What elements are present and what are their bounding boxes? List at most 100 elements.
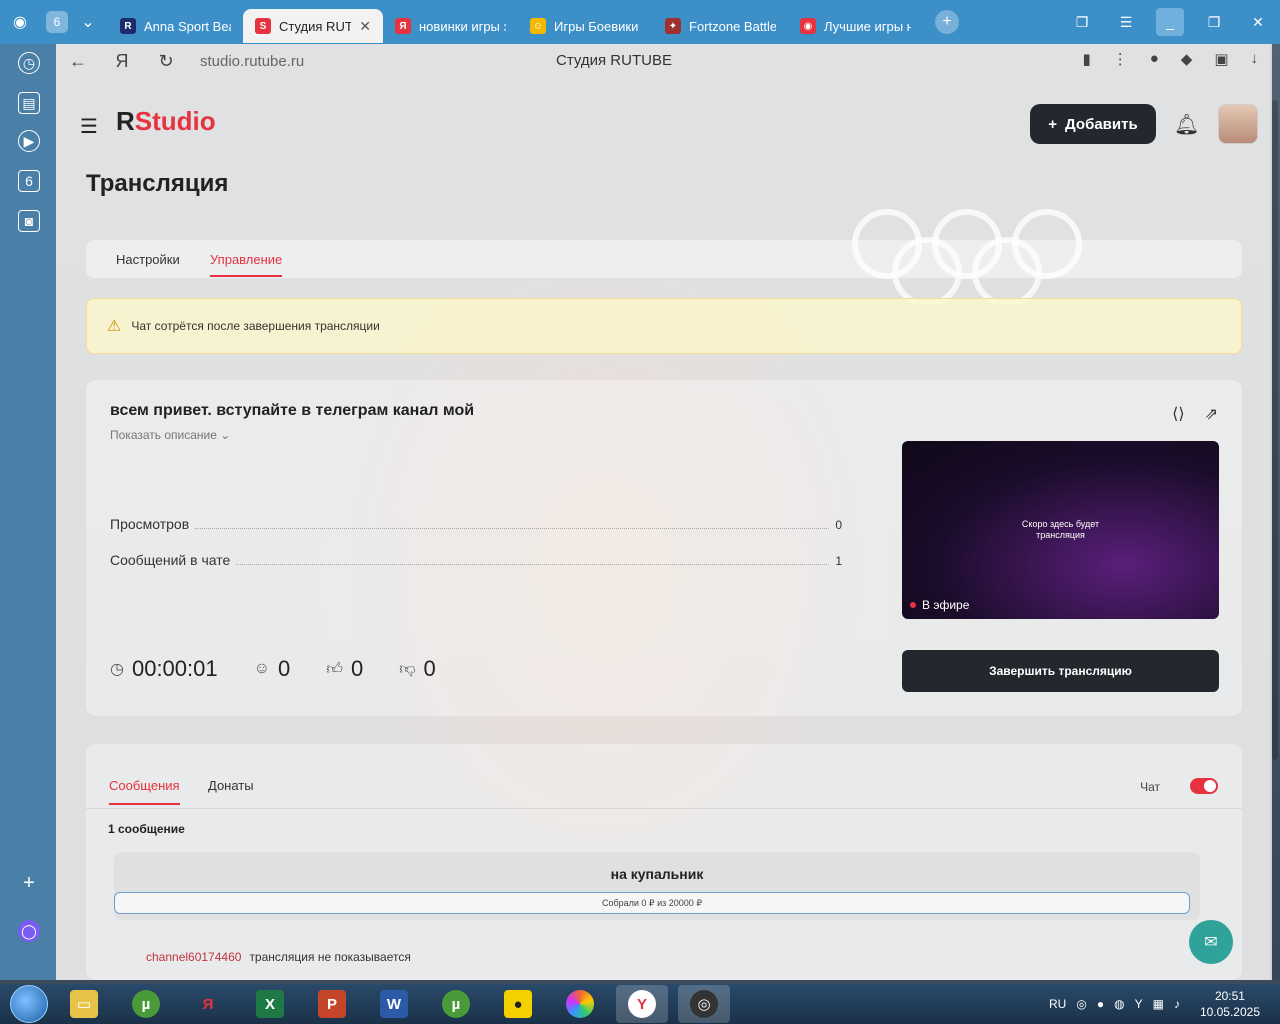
alice-icon[interactable]: ◯	[18, 920, 40, 942]
play-icon[interactable]: ▶	[18, 130, 40, 152]
tab-title: Игры Боевики (	[554, 18, 641, 34]
stream-preview[interactable]: Скоро здесь будет трансляция В эфире	[902, 441, 1219, 619]
utorrent-app[interactable]: µ	[120, 985, 172, 1023]
minimize-button[interactable]: _	[1156, 8, 1184, 36]
chat-text: трансляция не показывается	[249, 950, 411, 964]
close-tab-icon[interactable]: ✕	[359, 18, 371, 35]
collections-icon[interactable]: ▤	[18, 92, 40, 114]
subtabs: Настройки Управление	[86, 240, 1242, 278]
word-app[interactable]: W	[368, 985, 420, 1023]
avatar[interactable]	[1218, 104, 1258, 144]
more-icon[interactable]: ⋮	[1113, 50, 1128, 68]
excel-icon: X	[256, 990, 284, 1018]
viewer-icon: ☺	[253, 660, 270, 677]
browser-tab-bar: ◉ 6 ⌄ R Anna Sport Bea S Студия RUTU ✕ Я…	[0, 0, 1280, 44]
start-button[interactable]	[10, 985, 48, 1023]
steam-tray-icon[interactable]: ◍	[1114, 997, 1124, 1011]
tab-anna-sport[interactable]: R Anna Sport Bea	[108, 9, 243, 43]
tab-title: Студия RUTU	[279, 18, 352, 34]
yandex-y-icon: Y	[628, 990, 656, 1018]
tab-title: Anna Sport Bea	[144, 18, 231, 34]
yandex-icon[interactable]: Я	[100, 51, 144, 72]
smiley-favicon-icon: ☺	[530, 18, 546, 34]
metamask-icon[interactable]: ◆	[1181, 50, 1193, 68]
tab-igry-boeviki[interactable]: ☺ Игры Боевики (	[518, 9, 653, 43]
url-field[interactable]: studio.rutube.ru	[200, 53, 304, 70]
restore-button[interactable]: ❐	[1192, 0, 1236, 44]
explorer-app[interactable]: ▭	[58, 985, 110, 1023]
rutube-studio-logo[interactable]: RStudio	[116, 106, 216, 137]
scroll-thumb[interactable]	[1272, 100, 1278, 760]
system-tray: RU ◎ ● ◍ Y ▦ ♪ 20:51 10.05.2025	[1049, 988, 1260, 1020]
share-icon[interactable]: ⟨⟩	[1172, 404, 1184, 424]
dotted-leader	[236, 564, 830, 565]
history-icon[interactable]: ◷	[18, 52, 40, 74]
obs-icon: ◎	[690, 990, 718, 1018]
browser-menu-icon[interactable]: ◉	[0, 0, 40, 44]
tab-title: Fortzone Battle	[689, 18, 776, 34]
page-scrollbar[interactable]	[1270, 44, 1280, 980]
feedback-chat-button[interactable]: ✉	[1189, 920, 1233, 964]
rutube-favicon-icon: R	[120, 18, 136, 34]
reload-icon[interactable]: ↻	[144, 51, 188, 72]
likes: 👍︎ 0	[326, 656, 363, 682]
viewers-value: 0	[277, 656, 291, 681]
yandex-app-active[interactable]: Y	[616, 985, 668, 1023]
utorrent-icon: µ	[132, 990, 160, 1018]
tab-luchshie-igry[interactable]: ◉ Лучшие игры н	[788, 9, 923, 43]
menu-icon[interactable]: ☰	[1104, 0, 1148, 44]
obs-app[interactable]: ◎	[678, 985, 730, 1023]
folder-icon: ▭	[70, 990, 98, 1018]
hamburger-menu-icon[interactable]: ☰	[80, 114, 100, 139]
alert-tray-icon[interactable]: ●	[1097, 997, 1104, 1011]
bookmarks-icon[interactable]: ❐	[1060, 0, 1104, 44]
tab-donations[interactable]: Донаты	[208, 778, 254, 793]
end-stream-button[interactable]: Завершить трансляцию	[902, 650, 1219, 692]
close-button[interactable]: ✕	[1236, 0, 1280, 44]
tab-settings[interactable]: Настройки	[116, 252, 180, 267]
add-button[interactable]: + Добавить	[1030, 104, 1156, 144]
show-description-link[interactable]: Показать описание ⌄	[110, 428, 230, 442]
collections-icon[interactable]: ▣	[1214, 50, 1228, 68]
obs-tray-icon[interactable]: ◎	[1076, 997, 1086, 1011]
tab-studio-rutube[interactable]: S Студия RUTU ✕	[243, 9, 383, 43]
extension-icon[interactable]: ●	[1150, 50, 1159, 68]
tab-title: новинки игры э	[419, 18, 506, 34]
studio-favicon-icon: S	[255, 18, 271, 34]
tab-novinki-igry[interactable]: Я новинки игры э	[383, 9, 518, 43]
chat-toggle[interactable]	[1190, 778, 1218, 794]
stat-label: Просмотров	[110, 516, 190, 532]
camera-icon[interactable]: ◙	[18, 210, 40, 232]
tab-fortzone[interactable]: ✦ Fortzone Battle	[653, 9, 788, 43]
tab-counter[interactable]: 6	[46, 11, 68, 33]
notifications-bell-icon[interactable]: 🔔︎	[1174, 112, 1199, 137]
dotted-leader	[195, 528, 830, 529]
back-icon[interactable]: ←	[56, 51, 100, 72]
tabs-dropdown-icon[interactable]: ⌄	[68, 0, 108, 44]
yandex-browser-app[interactable]: Я	[182, 985, 234, 1023]
chat-toggle-label: Чат	[1140, 780, 1160, 794]
color-wheel-icon	[566, 990, 594, 1018]
new-tab-button[interactable]: +	[935, 10, 959, 34]
timer: ◷ 00:00:01	[110, 656, 218, 682]
powerpoint-app[interactable]: P	[306, 985, 358, 1023]
clock-time: 20:51	[1214, 989, 1245, 1003]
utorrent-app-2[interactable]: µ	[430, 985, 482, 1023]
stream-card: всем привет. вступайте в телеграм канал …	[86, 380, 1242, 716]
chat-username[interactable]: channel60174460	[146, 950, 241, 964]
external-link-icon[interactable]: ⇗	[1205, 404, 1218, 424]
bookmark-icon[interactable]: ▮	[1082, 50, 1090, 68]
add-panel-icon[interactable]: +	[18, 872, 40, 894]
tab-messages[interactable]: Сообщения	[109, 778, 180, 805]
clock[interactable]: 20:51 10.05.2025	[1200, 988, 1260, 1020]
volume-icon[interactable]: ♪	[1174, 997, 1180, 1011]
yandex-music-app[interactable]: ●	[492, 985, 544, 1023]
yandex-tray-icon[interactable]: Y	[1135, 997, 1143, 1011]
color-app[interactable]	[554, 985, 606, 1023]
tab-counter-icon[interactable]: 6	[18, 170, 40, 192]
network-icon[interactable]: ▦	[1153, 997, 1164, 1011]
language-indicator[interactable]: RU	[1049, 997, 1066, 1011]
tab-management[interactable]: Управление	[210, 252, 283, 277]
download-icon[interactable]: ↓	[1251, 50, 1259, 68]
excel-app[interactable]: X	[244, 985, 296, 1023]
